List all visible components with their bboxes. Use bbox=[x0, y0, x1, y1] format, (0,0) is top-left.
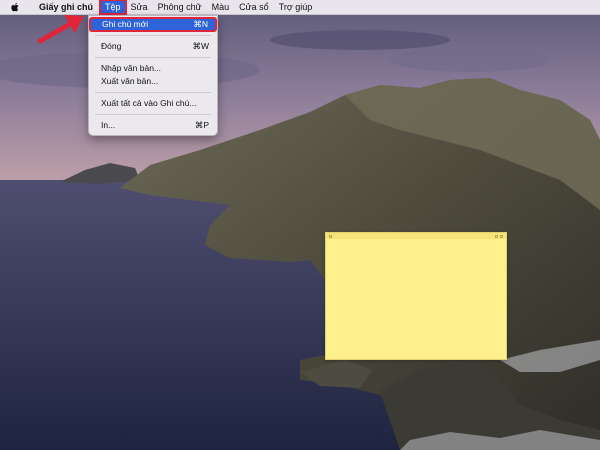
menu-separator bbox=[95, 92, 211, 93]
apple-logo-icon[interactable] bbox=[8, 2, 22, 13]
menu-item-import-text[interactable]: Nhập văn bản... bbox=[89, 62, 217, 75]
sticky-note-title-bar[interactable] bbox=[326, 233, 506, 239]
menu-item-label: Nhập văn bản... bbox=[101, 63, 162, 73]
menu-bar: Giấy ghi chú Tệp Sửa Phông chữ Màu Cửa s… bbox=[0, 0, 600, 15]
menu-item-new-note[interactable]: Ghi chú mới ⌘N bbox=[89, 17, 217, 32]
menu-item-export-text[interactable]: Xuất văn bản... bbox=[89, 75, 217, 88]
menu-font[interactable]: Phông chữ bbox=[153, 0, 207, 14]
menu-item-label: In... bbox=[101, 120, 116, 130]
menu-color[interactable]: Màu bbox=[207, 0, 235, 14]
menu-separator bbox=[95, 35, 211, 36]
menu-item-close[interactable]: Đóng ⌘W bbox=[89, 40, 217, 53]
note-close-icon[interactable] bbox=[329, 234, 332, 238]
menu-separator bbox=[95, 114, 211, 115]
sticky-note-window[interactable] bbox=[325, 232, 507, 360]
menu-file[interactable]: Tệp bbox=[99, 0, 127, 15]
menu-item-print[interactable]: In... ⌘P bbox=[89, 119, 217, 132]
menu-item-shortcut: ⌘W bbox=[192, 41, 209, 51]
menu-item-label: Đóng bbox=[101, 41, 122, 51]
menu-item-export-all-notes[interactable]: Xuất tất cả vào Ghi chú... bbox=[89, 97, 217, 110]
menu-item-label: Xuất văn bản... bbox=[101, 76, 159, 86]
red-pointer-arrow-icon bbox=[34, 10, 90, 51]
menu-item-shortcut: ⌘N bbox=[193, 19, 208, 29]
note-collapse-icon[interactable] bbox=[500, 234, 503, 238]
file-menu-dropdown: Ghi chú mới ⌘N Đóng ⌘W Nhập văn bản... X… bbox=[88, 15, 218, 136]
menu-item-label: Xuất tất cả vào Ghi chú... bbox=[101, 98, 197, 108]
menu-edit[interactable]: Sửa bbox=[126, 0, 153, 14]
menu-help[interactable]: Trợ giúp bbox=[274, 0, 318, 14]
menu-window[interactable]: Cửa sổ bbox=[234, 0, 274, 14]
note-zoom-icon[interactable] bbox=[495, 234, 498, 238]
menu-item-shortcut: ⌘P bbox=[194, 120, 209, 130]
menu-item-label: Ghi chú mới bbox=[102, 19, 149, 29]
menu-separator bbox=[95, 57, 211, 58]
